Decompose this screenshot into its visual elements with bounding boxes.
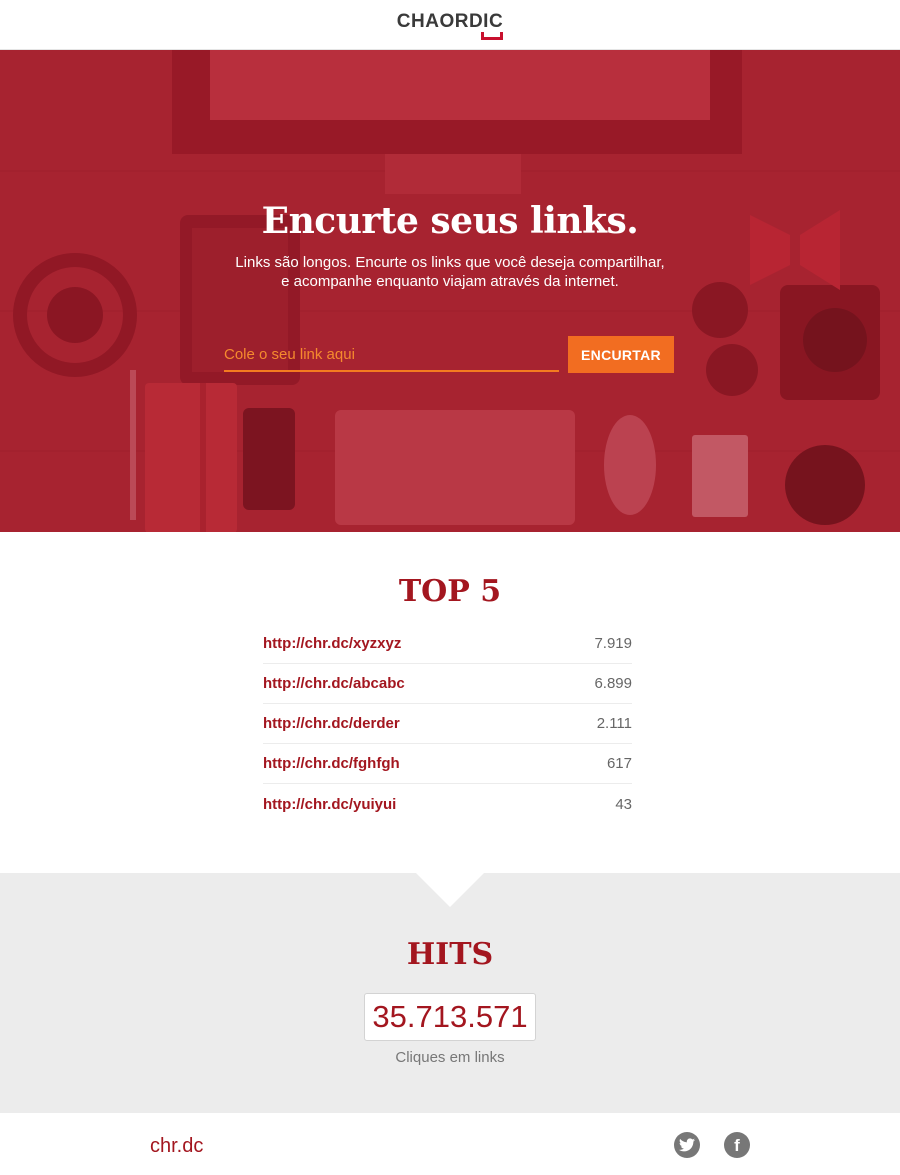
site-footer: chr.dc f [0,1113,900,1175]
twitter-icon [679,1138,695,1152]
hero-subtitle: Links são longos. Encurte os links que v… [200,253,700,291]
top5-row: http://chr.dc/abcabc 6.899 [263,664,632,704]
facebook-icon: f [734,1136,740,1155]
top5-link[interactable]: http://chr.dc/derder [263,715,400,732]
top5-count: 43 [615,795,632,813]
shorten-form: ENCURTAR [224,336,674,374]
top5-count: 7.919 [594,635,632,652]
hero-section: Encurte seus links. Links são longos. En… [0,50,900,532]
hits-counter: 35.713.571 [364,993,536,1041]
top5-section: TOP 5 http://chr.dc/xyzxyz 7.919 http://… [0,532,900,873]
shorten-button[interactable]: ENCURTAR [568,336,674,373]
site-header: CHAORDIC [0,0,900,50]
top5-count: 2.111 [596,715,632,732]
hero-title: Encurte seus links. [261,200,639,242]
top5-row: http://chr.dc/derder 2.111 [263,704,632,744]
logo-bracket-mark [481,31,504,40]
hits-title: HITS [406,937,494,972]
hero-subtitle-line-2: e acompanhe enquanto viajam através da i… [281,273,619,290]
top5-row: http://chr.dc/yuiyui 43 [263,784,632,824]
top5-link[interactable]: http://chr.dc/abcabc [263,675,405,692]
logo-text: CHAORDIC [396,10,504,32]
top5-link[interactable]: http://chr.dc/yuiyui [263,796,396,813]
twitter-button[interactable] [674,1132,700,1158]
top5-title: TOP 5 [398,574,502,609]
hero-subtitle-line-1: Links são longos. Encurte os links que v… [235,254,665,271]
footer-brand-link[interactable]: chr.dc [150,1135,203,1158]
top5-row: http://chr.dc/xyzxyz 7.919 [263,624,632,664]
top5-link[interactable]: http://chr.dc/fghfgh [263,755,400,772]
top5-row: http://chr.dc/fghfgh 617 [263,744,632,784]
section-notch-arrow [416,873,484,907]
chaordic-logo[interactable]: CHAORDIC [396,10,504,40]
top5-link[interactable]: http://chr.dc/xyzxyz [263,635,401,652]
top5-count: 6.899 [594,675,632,692]
hits-caption: Cliques em links [395,1049,505,1066]
hits-section: HITS 35.713.571 Cliques em links [0,873,900,1113]
top5-count: 617 [606,755,632,772]
link-input[interactable] [224,338,559,372]
top5-list: http://chr.dc/xyzxyz 7.919 http://chr.dc… [263,624,632,824]
facebook-button[interactable]: f [724,1132,750,1158]
hero-content: Encurte seus links. Links são longos. En… [0,50,900,532]
